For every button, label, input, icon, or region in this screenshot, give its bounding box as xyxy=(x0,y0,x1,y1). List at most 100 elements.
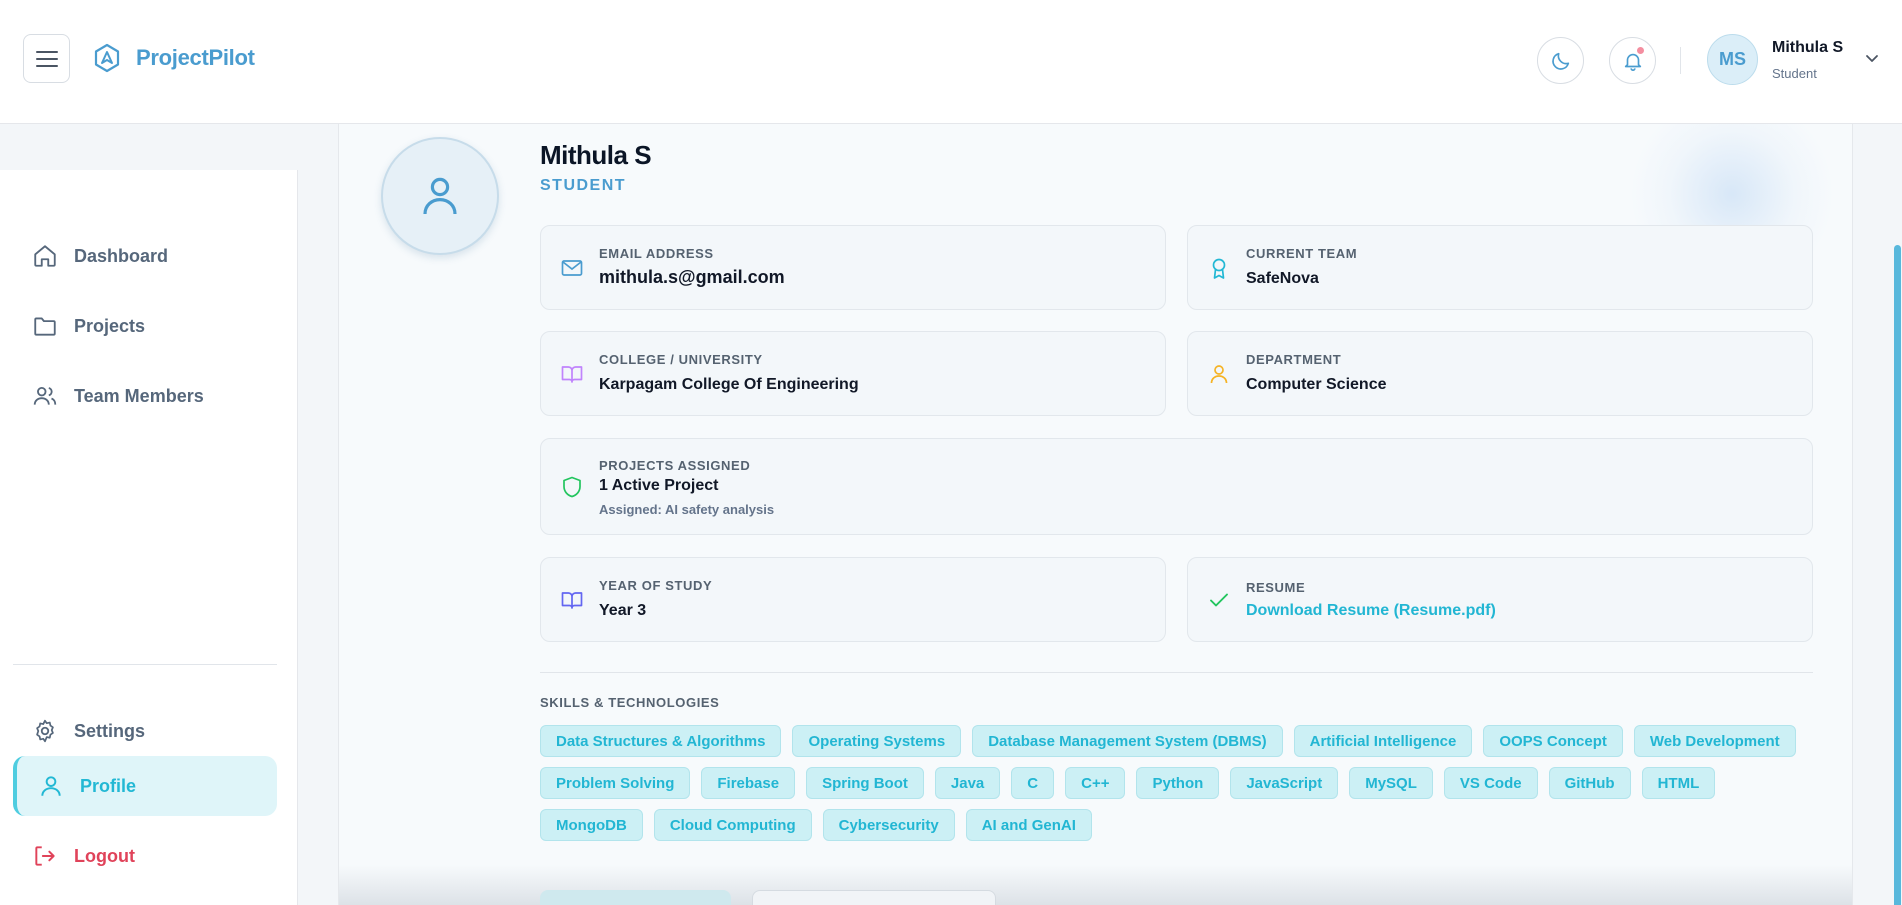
gear-icon xyxy=(36,719,54,743)
header-divider xyxy=(1680,47,1681,74)
email-value: mithula.s@gmail.com xyxy=(599,267,785,287)
skill-chip[interactable]: MongoDB xyxy=(540,809,643,841)
profile-card: Mithula S STUDENT EMAIL ADDRESS mithula.… xyxy=(338,124,1853,905)
skill-chip[interactable]: C++ xyxy=(1065,767,1126,799)
user-icon xyxy=(41,776,61,796)
profile-avatar xyxy=(381,137,499,255)
mail-icon xyxy=(559,255,585,281)
sidebar-item-label: Logout xyxy=(74,845,135,866)
projects-assigned-card: PROJECTS ASSIGNED 1 Active Project Assig… xyxy=(540,438,1813,535)
user-icon xyxy=(1206,361,1232,387)
year-value: Year 3 xyxy=(599,602,647,619)
skill-chip[interactable]: Firebase xyxy=(701,767,796,799)
skill-chip[interactable]: GitHub xyxy=(1548,767,1631,799)
profile-name: Mithula S xyxy=(540,140,652,170)
notifications-button[interactable] xyxy=(1609,37,1656,84)
skill-chip[interactable]: Operating Systems xyxy=(792,725,962,757)
user-role: Student xyxy=(1772,65,1817,81)
user-name: Mithula S xyxy=(1772,38,1844,56)
sidebar-item-label: Settings xyxy=(74,720,146,741)
brand-logo[interactable]: ProjectPilot xyxy=(92,43,255,73)
email-label: EMAIL ADDRESS xyxy=(599,246,714,261)
skill-chip[interactable]: Spring Boot xyxy=(806,767,924,799)
department-value: Computer Science xyxy=(1246,376,1387,393)
team-value: SafeNova xyxy=(1246,270,1319,287)
skill-chip[interactable]: Problem Solving xyxy=(540,767,691,799)
hamburger-icon xyxy=(35,50,58,67)
email-card: EMAIL ADDRESS mithula.s@gmail.com xyxy=(540,225,1166,310)
chevron-down-icon xyxy=(1866,54,1879,62)
department-label: DEPARTMENT xyxy=(1246,352,1342,367)
home-icon xyxy=(34,245,56,267)
resume-label: RESUME xyxy=(1246,580,1306,595)
brand-name: ProjectPilot xyxy=(136,45,255,70)
skill-chip[interactable]: Cybersecurity xyxy=(822,809,955,841)
user-info: Mithula S Student xyxy=(1772,39,1843,81)
user-menu[interactable]: MS Mithula S Student xyxy=(1707,34,1879,85)
user-avatar: MS xyxy=(1707,34,1758,85)
scroll-thumb[interactable] xyxy=(1894,245,1901,905)
skill-chip[interactable]: C xyxy=(1011,767,1055,799)
sidebar-item-settings[interactable]: Settings xyxy=(13,701,277,761)
logo-icon xyxy=(94,43,120,73)
department-card: DEPARTMENT Computer Science xyxy=(1187,331,1813,416)
skills-list: Data Structures & Algorithms Operating Sy… xyxy=(540,725,1825,841)
skills-title: SKILLS & TECHNOLOGIES xyxy=(540,695,720,710)
skill-chip[interactable]: Database Management System (DBMS) xyxy=(972,725,1283,757)
sidebar-item-label: Profile xyxy=(80,775,137,796)
award-icon xyxy=(1206,255,1232,281)
theme-toggle-button[interactable] xyxy=(1537,37,1584,84)
projects-label: PROJECTS ASSIGNED xyxy=(599,458,751,473)
folder-icon xyxy=(34,317,56,336)
book-open-icon xyxy=(559,361,585,387)
download-resume-link[interactable]: Download Resume (Resume.pdf) xyxy=(1246,602,1496,620)
college-label: COLLEGE / UNIVERSITY xyxy=(599,352,763,367)
college-card: COLLEGE / UNIVERSITY Karpagam College Of… xyxy=(540,331,1166,416)
skill-chip[interactable]: Artificial Intelligence xyxy=(1293,725,1473,757)
book-open-icon xyxy=(559,587,585,613)
sidebar-item-profile[interactable]: Profile xyxy=(13,756,277,816)
sidebar-item-logout[interactable]: Logout xyxy=(13,826,277,886)
moon-icon xyxy=(1551,52,1569,70)
team-card: CURRENT TEAM SafeNova xyxy=(1187,225,1813,310)
skill-chip[interactable]: OOPS Concept xyxy=(1483,725,1623,757)
year-label: YEAR OF STUDY xyxy=(599,578,713,593)
skill-chip[interactable]: Cloud Computing xyxy=(653,809,812,841)
top-header: ProjectPilot MS Mithula S Student xyxy=(0,0,1902,124)
sidebar-item-label: Projects xyxy=(74,315,146,336)
section-divider xyxy=(540,672,1813,673)
sidebar-item-projects[interactable]: Projects xyxy=(13,296,277,356)
profile-role: STUDENT xyxy=(540,177,627,194)
skill-chip[interactable]: JavaScript xyxy=(1230,767,1339,799)
page-scrollbar[interactable] xyxy=(1892,124,1902,905)
menu-toggle-button[interactable] xyxy=(23,34,70,83)
skill-chip[interactable]: Web Development xyxy=(1633,725,1796,757)
sidebar: Dashboard Projects Team Members Settings… xyxy=(0,170,298,905)
skill-chip[interactable]: HTML xyxy=(1641,767,1716,799)
year-card: YEAR OF STUDY Year 3 xyxy=(540,557,1166,642)
skill-chip[interactable]: MySQL xyxy=(1349,767,1433,799)
sidebar-item-label: Team Members xyxy=(74,385,204,406)
sidebar-item-dashboard[interactable]: Dashboard xyxy=(13,226,277,286)
sidebar-divider xyxy=(13,664,277,665)
partial-primary-button[interactable] xyxy=(540,890,731,905)
skill-chip[interactable]: Python xyxy=(1136,767,1220,799)
skill-chip[interactable]: AI and GenAI xyxy=(965,809,1092,841)
check-icon xyxy=(1206,587,1232,613)
skill-chip[interactable]: Java xyxy=(934,767,1001,799)
partial-secondary-button[interactable] xyxy=(752,890,996,905)
sidebar-item-team-members[interactable]: Team Members xyxy=(13,366,277,426)
shield-icon xyxy=(559,474,585,500)
user-icon xyxy=(423,177,457,215)
projects-value: 1 Active Project xyxy=(599,477,719,494)
logout-icon xyxy=(35,846,55,866)
sidebar-item-label: Dashboard xyxy=(74,245,169,266)
resume-card: RESUME Download Resume (Resume.pdf) xyxy=(1187,557,1813,642)
projects-sub: Assigned: AI safety analysis xyxy=(599,502,775,517)
users-icon xyxy=(33,386,57,405)
notification-badge xyxy=(1636,46,1645,55)
team-label: CURRENT TEAM xyxy=(1246,246,1358,261)
skill-chip[interactable]: VS Code xyxy=(1443,767,1538,799)
college-value: Karpagam College Of Engineering xyxy=(599,376,859,393)
skill-chip[interactable]: Data Structures & Algorithms xyxy=(540,725,782,757)
